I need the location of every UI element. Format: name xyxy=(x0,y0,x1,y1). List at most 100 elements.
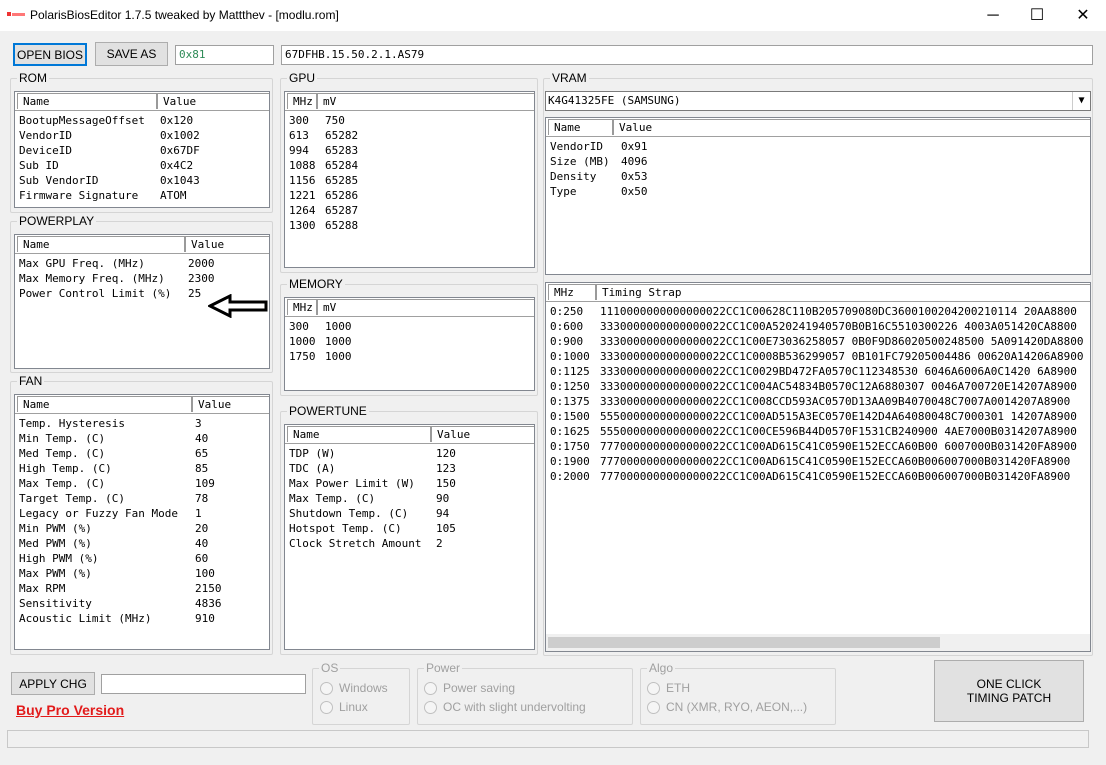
table-row[interactable]: 1221 65286 xyxy=(289,188,534,203)
table-row[interactable]: Hotspot Temp. (C) 105 xyxy=(289,521,534,536)
table-row[interactable]: 1156 65285 xyxy=(289,173,534,188)
table-row[interactable]: Density 0x53 xyxy=(550,169,1090,184)
table-row[interactable]: 0:1750 7770000000000000022CC1C00AD615C41C… xyxy=(550,439,1090,454)
table-row[interactable]: Legacy or Fuzzy Fan Mode 1 xyxy=(19,506,269,521)
table-row[interactable]: Acoustic Limit (MHz) 910 xyxy=(19,611,269,626)
vram-memory-select[interactable]: K4G41325FE (SAMSUNG) ▼ xyxy=(545,91,1091,111)
powerplay-header-name[interactable]: Name xyxy=(17,236,185,252)
os-radio-linux[interactable]: Linux xyxy=(320,700,368,714)
powertune-header-name[interactable]: Name xyxy=(287,426,431,442)
table-row[interactable]: 0:600 3330000000000000022CC1C00A520241940… xyxy=(550,319,1090,334)
vram-header-name[interactable]: Name xyxy=(548,119,613,135)
table-row[interactable]: High Temp. (C) 85 xyxy=(19,461,269,476)
table-row[interactable]: Firmware Signature ATOM xyxy=(19,188,269,203)
rom-header-value[interactable]: Value xyxy=(157,93,269,109)
scrollbar-thumb[interactable] xyxy=(548,637,940,648)
table-row[interactable]: 1300 65288 xyxy=(289,218,534,233)
algo-radio-eth[interactable]: ETH xyxy=(647,681,690,695)
table-row[interactable]: Sub VendorID 0x1043 xyxy=(19,173,269,188)
powerplay-table[interactable]: Name Value Max GPU Freq. (MHz) 2000 Max Me… xyxy=(14,234,270,369)
table-row[interactable]: 0:1625 5550000000000000022CC1C00CE596B44D… xyxy=(550,424,1090,439)
fan-header-name[interactable]: Name xyxy=(17,396,192,412)
table-row[interactable]: Med Temp. (C) 65 xyxy=(19,446,269,461)
save-as-button[interactable]: SAVE AS xyxy=(95,42,168,66)
buy-pro-link[interactable]: Buy Pro Version xyxy=(16,702,124,718)
apply-input[interactable] xyxy=(101,674,306,694)
horizontal-scrollbar[interactable] xyxy=(546,634,1090,651)
table-row[interactable]: High PWM (%) 60 xyxy=(19,551,269,566)
memory-header-mv[interactable]: mV xyxy=(317,299,534,315)
timing-strap-table[interactable]: MHz Timing Strap 0:250 111000000000000002… xyxy=(545,282,1091,652)
table-row[interactable]: Size (MB) 4096 xyxy=(550,154,1090,169)
table-row[interactable]: Sub ID 0x4C2 xyxy=(19,158,269,173)
rom-table[interactable]: Name Value BootupMessageOffset 0x120 Vendo… xyxy=(14,91,270,208)
table-row[interactable]: Min PWM (%) 20 xyxy=(19,521,269,536)
powertune-header-value[interactable]: Value xyxy=(431,426,534,442)
table-row[interactable]: Max RPM 2150 xyxy=(19,581,269,596)
memory-header-mhz[interactable]: MHz xyxy=(287,299,317,315)
table-row[interactable]: Temp. Hysteresis 3 xyxy=(19,416,269,431)
table-row[interactable]: Max Temp. (C) 109 xyxy=(19,476,269,491)
minimize-button[interactable]: ─ xyxy=(970,0,1016,31)
table-row[interactable]: 0:2000 7770000000000000022CC1C00AD615C41C… xyxy=(550,469,1090,484)
table-row[interactable]: 1000 1000 xyxy=(289,334,534,349)
bios-name-field[interactable]: 67DFHB.15.50.2.1.AS79 xyxy=(281,45,1093,65)
memory-table[interactable]: MHz mV 300 1000 1000 1000 1750 1000 xyxy=(284,297,535,391)
table-row[interactable]: Max Power Limit (W) 150 xyxy=(289,476,534,491)
os-radio-windows[interactable]: Windows xyxy=(320,681,388,695)
table-row[interactable]: 0:1900 7770000000000000022CC1C00AD615C41C… xyxy=(550,454,1090,469)
table-row[interactable]: Max Temp. (C) 90 xyxy=(289,491,534,506)
table-row[interactable]: Target Temp. (C) 78 xyxy=(19,491,269,506)
table-row[interactable]: 0:1375 3330000000000000022CC1C008CCD593AC… xyxy=(550,394,1090,409)
rom-header-name[interactable]: Name xyxy=(17,93,157,109)
table-row[interactable]: Type 0x50 xyxy=(550,184,1090,199)
table-row[interactable]: 1264 65287 xyxy=(289,203,534,218)
checksum-field[interactable]: 0x81 xyxy=(175,45,274,65)
table-row[interactable]: 300 750 xyxy=(289,113,534,128)
table-row[interactable]: 0:1250 3330000000000000022CC1C004AC54834B… xyxy=(550,379,1090,394)
table-row[interactable]: Max PWM (%) 100 xyxy=(19,566,269,581)
power-radio-saving[interactable]: Power saving xyxy=(424,681,515,695)
close-button[interactable]: ✕ xyxy=(1060,0,1106,31)
table-row[interactable]: VendorID 0x91 xyxy=(550,139,1090,154)
timing-header-mhz[interactable]: MHz xyxy=(548,284,596,300)
power-radio-oc[interactable]: OC with slight undervolting xyxy=(424,700,586,714)
table-row[interactable]: TDC (A) 123 xyxy=(289,461,534,476)
maximize-button[interactable]: ☐ xyxy=(1014,0,1060,31)
apply-changes-button[interactable]: APPLY CHG xyxy=(11,672,95,695)
table-row[interactable]: DeviceID 0x67DF xyxy=(19,143,269,158)
table-row[interactable]: 994 65283 xyxy=(289,143,534,158)
table-row[interactable]: 0:1500 5550000000000000022CC1C00AD515A3EC… xyxy=(550,409,1090,424)
table-row[interactable]: 1750 1000 xyxy=(289,349,534,364)
powerplay-header-value[interactable]: Value xyxy=(185,236,269,252)
gpu-table[interactable]: MHz mV 300 750 613 65282 994 65283 1088 65284 11… xyxy=(284,91,535,268)
table-row[interactable]: TDP (W) 120 xyxy=(289,446,534,461)
table-row[interactable]: Max Memory Freq. (MHz) 2300 xyxy=(19,271,269,286)
one-click-timing-patch-button[interactable]: ONE CLICK TIMING PATCH xyxy=(934,660,1084,722)
gpu-header-mv[interactable]: mV xyxy=(317,93,534,109)
table-row[interactable]: Clock Stretch Amount 2 xyxy=(289,536,534,551)
table-row[interactable]: 0:250 1110000000000000022CC1C00628C110B20… xyxy=(550,304,1090,319)
table-row[interactable]: Min Temp. (C) 40 xyxy=(19,431,269,446)
chevron-down-icon[interactable]: ▼ xyxy=(1072,92,1090,110)
fan-table[interactable]: Name Value Temp. Hysteresis 3 Min Temp. (C… xyxy=(14,394,270,650)
table-row[interactable]: VendorID 0x1002 xyxy=(19,128,269,143)
table-row[interactable]: Sensitivity 4836 xyxy=(19,596,269,611)
table-row[interactable]: Shutdown Temp. (C) 94 xyxy=(289,506,534,521)
table-row[interactable]: BootupMessageOffset 0x120 xyxy=(19,113,269,128)
table-row[interactable]: 1088 65284 xyxy=(289,158,534,173)
table-row[interactable]: 0:1000 3330000000000000022CC1C0008B536299… xyxy=(550,349,1090,364)
table-row[interactable]: 300 1000 xyxy=(289,319,534,334)
powertune-table[interactable]: Name Value TDP (W) 120 TDC (A) 123 Max Power… xyxy=(284,424,535,650)
fan-header-value[interactable]: Value xyxy=(192,396,269,412)
vram-header-value[interactable]: Value xyxy=(613,119,1090,135)
table-row[interactable]: 0:900 3330000000000000022CC1C00E730362580… xyxy=(550,334,1090,349)
table-row[interactable]: 613 65282 xyxy=(289,128,534,143)
table-row[interactable]: 0:1125 3330000000000000022CC1C0029BD472FA… xyxy=(550,364,1090,379)
table-row[interactable]: Max GPU Freq. (MHz) 2000 xyxy=(19,256,269,271)
vram-info-table[interactable]: Name Value VendorID 0x91 Size (MB) 4096 Dens… xyxy=(545,117,1091,275)
table-row[interactable]: Med PWM (%) 40 xyxy=(19,536,269,551)
timing-header-strap[interactable]: Timing Strap xyxy=(596,284,1090,300)
algo-radio-cn[interactable]: CN (XMR, RYO, AEON,...) xyxy=(647,700,807,714)
open-bios-button[interactable]: OPEN BIOS xyxy=(13,43,87,66)
